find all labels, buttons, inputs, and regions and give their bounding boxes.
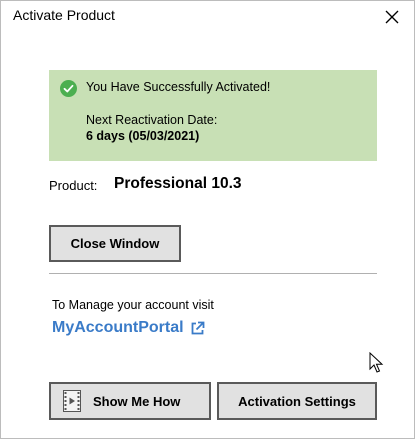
next-reactivation-value: 6 days (05/03/2021) xyxy=(86,129,200,143)
close-window-label: Close Window xyxy=(70,236,160,251)
activation-settings-label: Activation Settings xyxy=(238,393,356,409)
mouse-cursor-icon xyxy=(369,352,384,373)
show-me-how-label: Show Me How xyxy=(93,393,181,409)
activation-settings-button[interactable]: Activation Settings xyxy=(217,382,377,420)
title-bar: Activate Product xyxy=(1,1,414,33)
divider xyxy=(49,273,377,274)
check-circle-icon xyxy=(60,80,77,97)
manage-account-label: To Manage your account visit xyxy=(52,298,214,312)
product-label: Product: xyxy=(49,178,98,193)
window-title: Activate Product xyxy=(13,7,115,23)
close-window-button[interactable]: Close Window xyxy=(49,225,181,262)
activation-status-panel: You Have Successfully Activated! Next Re… xyxy=(49,70,377,161)
my-account-portal-link[interactable]: MyAccountPortal xyxy=(52,319,205,337)
portal-link-text: MyAccountPortal xyxy=(52,319,184,336)
show-me-how-button[interactable]: Show Me How xyxy=(49,382,211,420)
close-icon[interactable] xyxy=(380,5,404,29)
product-value: Professional 10.3 xyxy=(114,175,242,192)
video-play-icon xyxy=(63,390,81,412)
next-reactivation-label: Next Reactivation Date: xyxy=(86,113,218,127)
activation-success-message: You Have Successfully Activated! xyxy=(86,80,271,94)
external-link-icon xyxy=(191,321,204,334)
activate-product-dialog: Activate Product You Have Successfully A… xyxy=(0,0,415,439)
